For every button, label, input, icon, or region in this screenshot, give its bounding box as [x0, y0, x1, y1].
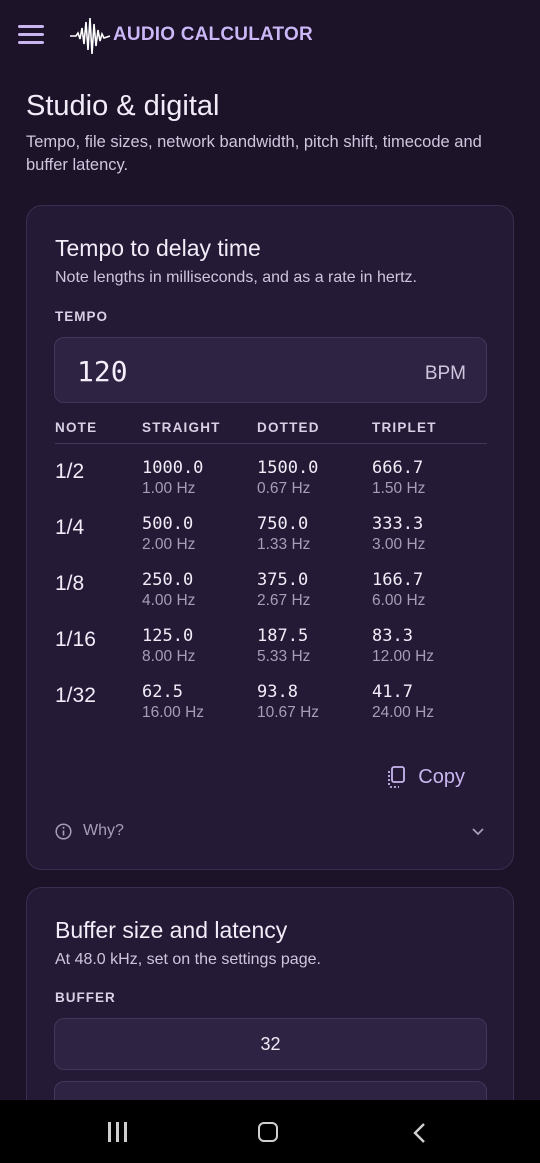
card-subtitle: At 48.0 kHz, set on the settings page. [55, 951, 321, 968]
dotted-hz: 10.67 Hz [257, 704, 320, 721]
tempo-label: TEMPO [55, 309, 109, 324]
straight-hz: 8.00 Hz [142, 648, 196, 665]
column-straight: STRAIGHT [142, 420, 221, 435]
why-label: Why? [83, 822, 124, 839]
triplet-ms: 333.3 [372, 514, 424, 534]
menu-icon[interactable] [18, 25, 46, 47]
page-subtitle: Tempo, file sizes, network bandwidth, pi… [26, 133, 482, 174]
straight-cell: 1000.0 1.00 Hz [142, 458, 203, 498]
home-icon[interactable] [258, 1122, 278, 1142]
column-dotted: DOTTED [257, 420, 320, 435]
dotted-cell: 187.5 5.33 Hz [257, 626, 310, 666]
page-title: Studio & digital [26, 90, 220, 122]
note-value: 1/8 [55, 572, 85, 595]
straight-cell: 62.5 16.00 Hz [142, 682, 204, 722]
dotted-hz: 0.67 Hz [257, 480, 311, 497]
note-value: 1/2 [55, 460, 85, 483]
dotted-ms: 750.0 [257, 514, 309, 534]
tempo-unit: BPM [424, 363, 466, 384]
buffer-option[interactable]: 32 [54, 1018, 487, 1070]
column-triplet: TRIPLET [372, 420, 437, 435]
straight-ms: 500.0 [142, 514, 194, 534]
waveform-icon [70, 17, 111, 55]
triplet-cell: 166.7 6.00 Hz [372, 570, 425, 610]
dotted-ms: 93.8 [257, 682, 298, 702]
dotted-hz: 2.67 Hz [257, 592, 311, 609]
triplet-hz: 12.00 Hz [372, 648, 435, 665]
straight-ms: 250.0 [142, 570, 194, 590]
triplet-hz: 24.00 Hz [372, 704, 435, 721]
chevron-down-icon [472, 828, 484, 836]
dotted-cell: 93.8 10.67 Hz [257, 682, 319, 722]
table-row: 1/8 250.0 4.00 Hz 375.0 2.67 Hz 166.7 6.00 … [55, 568, 487, 624]
system-nav-bar [0, 1100, 540, 1163]
note-value: 1/32 [55, 684, 96, 707]
triplet-ms: 83.3 [372, 626, 413, 646]
table-header: NOTE STRAIGHT DOTTED TRIPLET [55, 420, 487, 444]
straight-hz: 1.00 Hz [142, 480, 196, 497]
info-icon [55, 823, 72, 840]
tempo-value[interactable]: 120 [77, 355, 128, 388]
note-value: 1/4 [55, 516, 85, 539]
copy-button[interactable]: Copy [386, 762, 465, 792]
copy-icon [388, 766, 406, 788]
straight-hz: 4.00 Hz [142, 592, 196, 609]
triplet-cell: 333.3 3.00 Hz [372, 514, 425, 554]
straight-hz: 16.00 Hz [142, 704, 205, 721]
triplet-cell: 41.7 24.00 Hz [372, 682, 434, 722]
dotted-hz: 5.33 Hz [257, 648, 311, 665]
card-title: Buffer size and latency [55, 917, 288, 943]
straight-cell: 500.0 2.00 Hz [142, 514, 195, 554]
triplet-cell: 83.3 12.00 Hz [372, 626, 434, 666]
dotted-ms: 1500.0 [257, 458, 319, 478]
dotted-ms: 375.0 [257, 570, 309, 590]
dotted-cell: 1500.0 0.67 Hz [257, 458, 318, 498]
card-title: Tempo to delay time [55, 235, 261, 261]
tempo-card: Tempo to delay time Note lengths in mill… [26, 205, 514, 870]
column-note: NOTE [55, 420, 98, 435]
triplet-hz: 3.00 Hz [372, 536, 426, 553]
straight-ms: 62.5 [142, 682, 183, 702]
why-expander[interactable]: Why? [55, 821, 487, 843]
table-row: 1/16 125.0 8.00 Hz 187.5 5.33 Hz 83.3 12.00… [55, 624, 487, 680]
app-bar: AUDIO CALCULATOR [0, 0, 540, 72]
dotted-cell: 375.0 2.67 Hz [257, 570, 310, 610]
table-row: 1/4 500.0 2.00 Hz 750.0 1.33 Hz 333.3 3.00 … [55, 512, 487, 568]
dotted-hz: 1.33 Hz [257, 536, 311, 553]
straight-ms: 125.0 [142, 626, 194, 646]
note-value: 1/16 [55, 628, 96, 651]
triplet-ms: 166.7 [372, 570, 424, 590]
triplet-ms: 41.7 [372, 682, 413, 702]
straight-hz: 2.00 Hz [142, 536, 196, 553]
straight-cell: 125.0 8.00 Hz [142, 626, 195, 666]
copy-label: Copy [418, 765, 465, 788]
triplet-ms: 666.7 [372, 458, 424, 478]
buffer-label: BUFFER [55, 990, 116, 1005]
triplet-hz: 6.00 Hz [372, 592, 426, 609]
triplet-hz: 1.50 Hz [372, 480, 426, 497]
straight-cell: 250.0 4.00 Hz [142, 570, 195, 610]
triplet-cell: 666.7 1.50 Hz [372, 458, 425, 498]
table-row: 1/2 1000.0 1.00 Hz 1500.0 0.67 Hz 666.7 1.5… [55, 456, 487, 512]
straight-ms: 1000.0 [142, 458, 204, 478]
tempo-input[interactable]: 120 BPM [54, 337, 487, 403]
dotted-cell: 750.0 1.33 Hz [257, 514, 310, 554]
dotted-ms: 187.5 [257, 626, 309, 646]
card-subtitle: Note lengths in milliseconds, and as a r… [55, 269, 417, 286]
table-row: 1/32 62.5 16.00 Hz 93.8 10.67 Hz 41.7 24.00… [55, 680, 487, 736]
back-icon[interactable] [410, 1122, 430, 1144]
recent-apps-icon[interactable] [106, 1122, 130, 1142]
app-title: AUDIO CALCULATOR [113, 24, 313, 45]
